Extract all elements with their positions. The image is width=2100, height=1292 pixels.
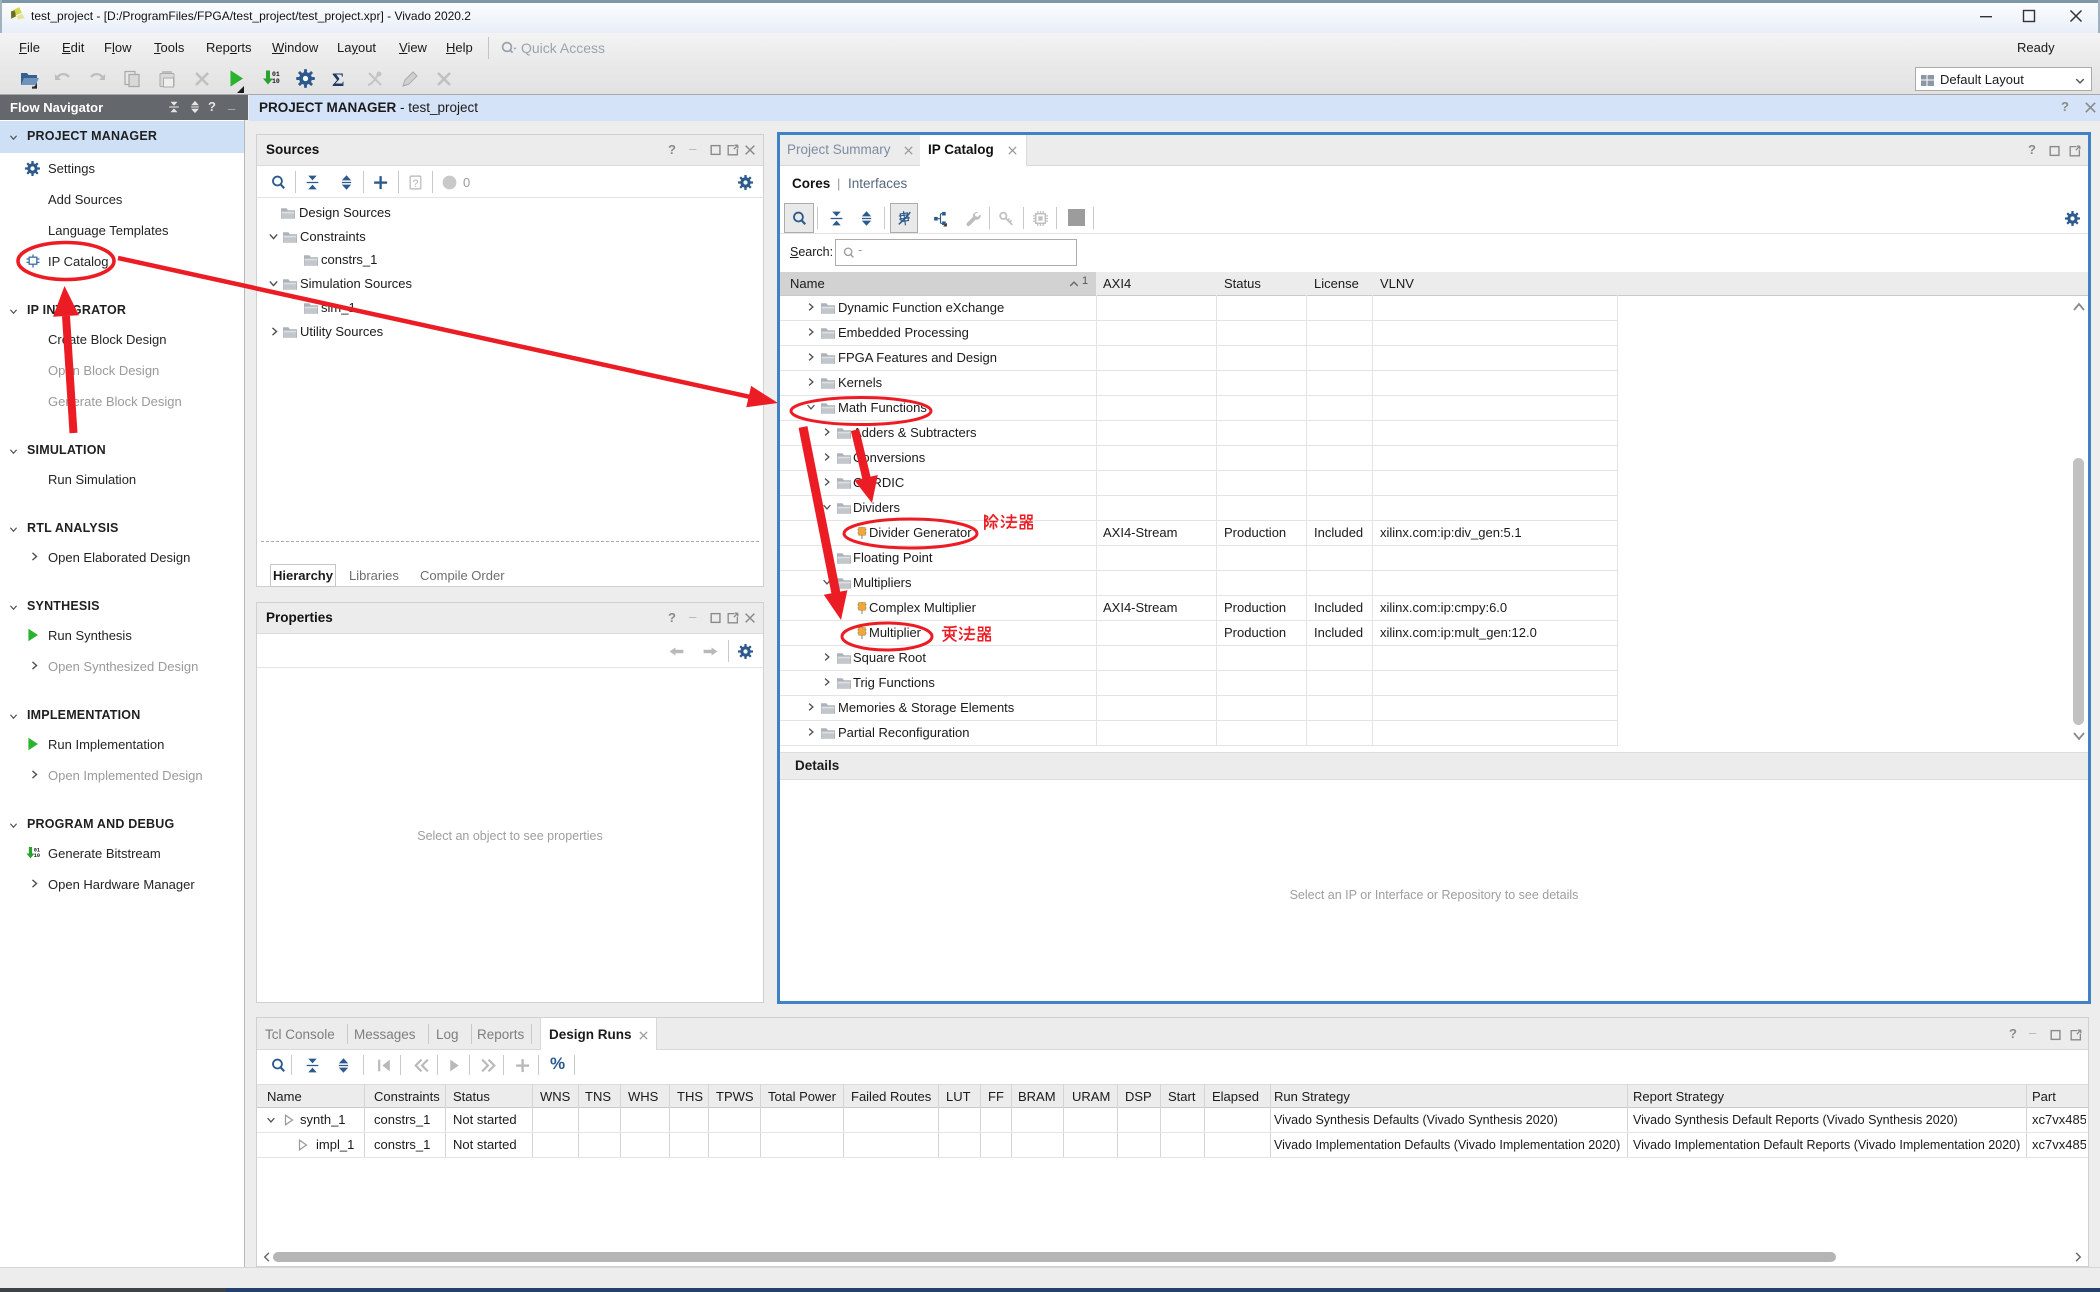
svg-text:10: 10 — [34, 853, 40, 859]
svg-text:10: 10 — [272, 78, 280, 85]
svg-text:01: 01 — [272, 71, 280, 78]
